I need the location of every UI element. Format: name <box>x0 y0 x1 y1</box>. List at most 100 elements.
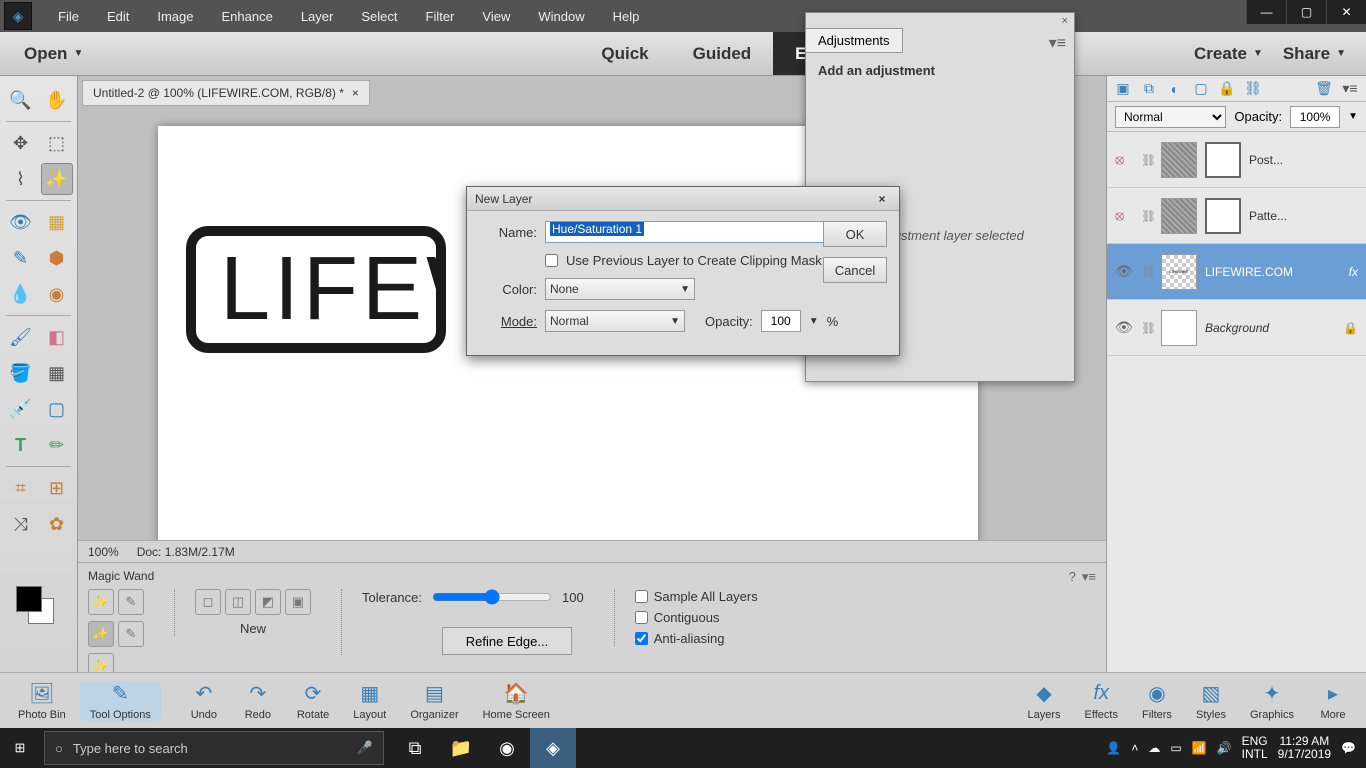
tab-quick[interactable]: Quick <box>579 32 670 75</box>
type-tool[interactable]: T <box>5 429 37 461</box>
link-icon[interactable]: ⛓ <box>1141 209 1153 223</box>
layer-row[interactable]: 👁 ⛓ Background 🔒 <box>1107 300 1366 356</box>
close-button[interactable]: ✕ <box>1326 0 1366 24</box>
redo-button[interactable]: ↷Redo <box>233 681 283 721</box>
menu-file[interactable]: File <box>44 9 93 24</box>
eyedropper-tool[interactable]: 💉 <box>5 393 37 425</box>
new-layer-icon[interactable]: ▣ <box>1113 79 1133 99</box>
mode-select[interactable]: Normal▼ <box>545 310 685 332</box>
panel-menu-icon[interactable]: ▾≡ <box>1340 79 1360 99</box>
shape-tool[interactable]: ▢ <box>41 393 73 425</box>
fill-tool[interactable]: 🪣 <box>5 357 37 389</box>
options-menu-icon[interactable]: ▾≡ <box>1082 569 1096 585</box>
clipping-mask-check[interactable] <box>545 254 558 267</box>
brush-tool[interactable]: 🖌 <box>5 321 37 353</box>
more-button[interactable]: ▸More <box>1308 681 1358 721</box>
dialog-titlebar[interactable]: New Layer × <box>467 187 899 211</box>
trash-icon[interactable]: 🗑 <box>1314 79 1334 99</box>
menu-edit[interactable]: Edit <box>93 9 143 24</box>
tray-up-icon[interactable]: ˄ <box>1131 741 1138 755</box>
adjustments-tab[interactable]: Adjustments <box>805 28 903 53</box>
help-icon[interactable]: ? <box>1069 569 1076 585</box>
graphics-button[interactable]: ✦Graphics <box>1240 681 1304 721</box>
layers-button[interactable]: ◆Layers <box>1018 681 1071 721</box>
layout-button[interactable]: ▦Layout <box>343 681 396 721</box>
lasso-tool[interactable]: ⌇ <box>5 163 37 195</box>
create-button[interactable]: Create▼ <box>1194 44 1263 64</box>
marquee-tool[interactable]: ⬚ <box>41 127 73 159</box>
people-icon[interactable]: 👤 <box>1106 741 1121 755</box>
document-tab[interactable]: Untitled-2 @ 100% (LIFEWIRE.COM, RGB/8) … <box>82 80 370 106</box>
sel-add[interactable]: ◫ <box>225 589 251 615</box>
organizer-button[interactable]: ▤Organizer <box>400 681 468 721</box>
color-select[interactable]: None▼ <box>545 278 695 300</box>
visibility-icon[interactable]: ⦻ <box>1115 207 1133 224</box>
task-view-icon[interactable]: ⧉ <box>392 728 438 768</box>
wand-mode-4[interactable]: ✎ <box>118 621 144 647</box>
panel-menu-icon[interactable]: ▾≡ <box>1041 29 1074 57</box>
battery-icon[interactable]: ▭ <box>1170 741 1181 755</box>
layer-row[interactable]: 👁 ⛓ LIFEWIRE LIFEWIRE.COM fx <box>1107 244 1366 300</box>
volume-icon[interactable]: 🔊 <box>1217 741 1232 755</box>
menu-enhance[interactable]: Enhance <box>208 9 287 24</box>
cancel-button[interactable]: Cancel <box>823 257 887 283</box>
recompose-tool[interactable]: ⊞ <box>41 472 73 504</box>
share-button[interactable]: Share▼ <box>1283 44 1346 64</box>
minimize-button[interactable]: — <box>1246 0 1286 24</box>
menu-image[interactable]: Image <box>143 9 207 24</box>
onedrive-icon[interactable]: ☁ <box>1148 741 1160 755</box>
link-icon[interactable]: ⛓ <box>1243 79 1263 99</box>
magic-wand-tool[interactable]: ✨ <box>41 163 73 195</box>
undo-button[interactable]: ↶Undo <box>179 681 229 721</box>
blur-tool[interactable]: 💧 <box>5 278 37 310</box>
foreground-color-swatch[interactable] <box>16 586 42 612</box>
menu-help[interactable]: Help <box>599 9 654 24</box>
menu-filter[interactable]: Filter <box>412 9 469 24</box>
menu-select[interactable]: Select <box>347 9 411 24</box>
menu-layer[interactable]: Layer <box>287 9 348 24</box>
wifi-icon[interactable]: 📶 <box>1192 741 1207 755</box>
layer-row[interactable]: ⦻ ⛓ Post... <box>1107 132 1366 188</box>
eye-tool[interactable]: 👁 <box>5 206 37 238</box>
tool-options-button[interactable]: ✎Tool Options <box>80 681 161 721</box>
pencil-tool[interactable]: ✏ <box>41 429 73 461</box>
taskbar-kbd[interactable]: INTL <box>1242 748 1268 761</box>
adjustment-icon[interactable]: ◐ <box>1165 79 1185 99</box>
panel-close-icon[interactable]: × <box>1062 15 1068 27</box>
crop-tool[interactable]: ⌗ <box>5 472 37 504</box>
antialiasing-check[interactable]: Anti-aliasing <box>635 631 758 646</box>
group-icon[interactable]: ⧉ <box>1139 79 1159 99</box>
link-icon[interactable]: ⛓ <box>1141 153 1153 167</box>
layer-mask[interactable] <box>1205 142 1241 178</box>
visibility-icon[interactable]: 👁 <box>1115 319 1133 336</box>
sel-new[interactable]: ◻ <box>195 589 221 615</box>
cookie-tool[interactable]: ✿ <box>41 508 73 540</box>
wand-mode-2[interactable]: ✎ <box>118 589 144 615</box>
layer-mask[interactable] <box>1205 198 1241 234</box>
straighten-tool[interactable]: ⤨ <box>5 508 37 540</box>
ok-button[interactable]: OK <box>823 221 887 247</box>
styles-button[interactable]: ▧Styles <box>1186 681 1236 721</box>
stamp-tool[interactable]: ⬢ <box>41 242 73 274</box>
sponge-tool[interactable]: ◉ <box>41 278 73 310</box>
taskbar-search[interactable]: ○ Type here to search 🎤 <box>44 731 384 765</box>
menu-view[interactable]: View <box>468 9 524 24</box>
tab-guided[interactable]: Guided <box>671 32 774 75</box>
hand-tool[interactable]: ✋ <box>41 84 73 116</box>
lock-icon[interactable]: 🔒 <box>1217 79 1237 99</box>
wand-mode-1[interactable]: ✨ <box>88 589 114 615</box>
effects-button[interactable]: fxEffects <box>1075 681 1128 721</box>
pse-icon[interactable]: ◈ <box>530 728 576 768</box>
eraser-tool[interactable]: ◧ <box>41 321 73 353</box>
refine-edge-button[interactable]: Refine Edge... <box>442 627 572 655</box>
link-icon[interactable]: ⛓ <box>1141 321 1153 335</box>
rotate-button[interactable]: ⟳Rotate <box>287 681 339 721</box>
explorer-icon[interactable]: 📁 <box>438 728 484 768</box>
taskbar-date[interactable]: 9/17/2019 <box>1278 748 1331 761</box>
opacity-input[interactable] <box>1290 106 1340 128</box>
tolerance-slider[interactable] <box>432 589 552 605</box>
home-screen-button[interactable]: 🏠Home Screen <box>473 681 560 721</box>
sample-all-layers-check[interactable]: Sample All Layers <box>635 589 758 604</box>
move-tool[interactable]: ✥ <box>5 127 37 159</box>
notifications-icon[interactable]: 💬 <box>1341 741 1356 755</box>
